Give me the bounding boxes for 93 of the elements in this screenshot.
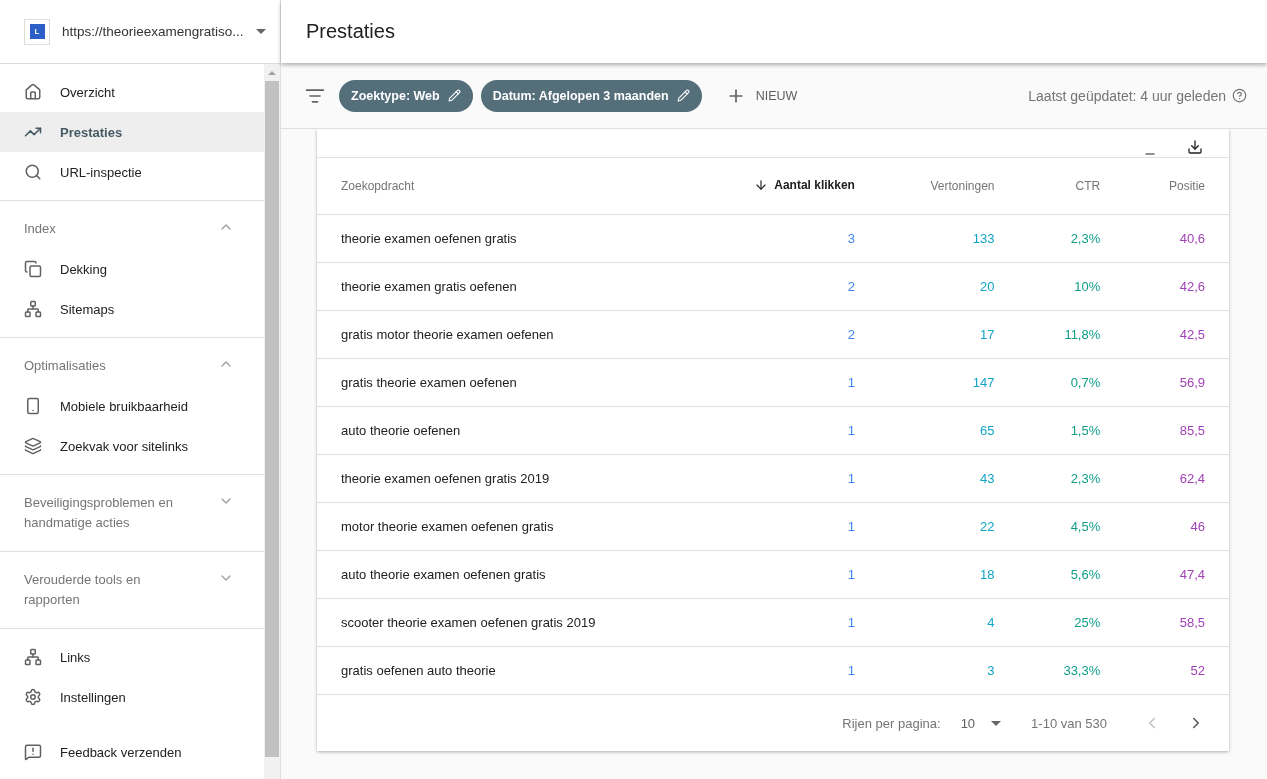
table-cell: 65: [878, 406, 1019, 455]
nav-icon: [24, 397, 42, 415]
table-cell: theorie examen oefenen gratis: [317, 214, 694, 263]
table-cell: 62,4: [1124, 454, 1229, 503]
nav-icon: [24, 648, 42, 666]
nav-item[interactable]: Overzicht: [0, 72, 264, 112]
table-cell: 147: [878, 358, 1019, 407]
table-cell: 20: [878, 262, 1019, 311]
table-cell: 11,8%: [1018, 310, 1125, 359]
nav-item[interactable]: Zoekvak voor sitelinks: [0, 426, 264, 466]
table-cell: 17: [878, 310, 1019, 359]
table-cell: 85,5: [1124, 406, 1229, 455]
page-range-text: 1-10 van 530: [1031, 715, 1107, 731]
table-cell: 1: [693, 550, 879, 599]
table-cell: motor theorie examen oefenen gratis: [317, 502, 694, 551]
site-logo: L: [24, 18, 50, 45]
rows-per-page-label: Rijen per pagina:: [842, 715, 941, 731]
nav-icon: [24, 688, 42, 706]
property-url[interactable]: https://theorieexamengratiso...: [62, 24, 244, 39]
table-cell: 18: [878, 550, 1019, 599]
table-cell: 40,6: [1124, 214, 1229, 263]
table-cell: 22: [878, 502, 1019, 551]
table-cell: 42,5: [1124, 310, 1229, 359]
nav-icon: [24, 300, 42, 318]
table-cell: 52: [1124, 646, 1229, 695]
table-cell: 1: [693, 406, 879, 455]
table-cell: auto theorie examen oefenen gratis: [317, 550, 694, 599]
nav-item[interactable]: Prestaties: [0, 112, 264, 152]
table-cell: scooter theorie examen oefenen gratis 2019: [317, 598, 694, 647]
last-updated-text: Laatst geüpdatet: 4 uur geleden: [1028, 87, 1226, 104]
column-header[interactable]: Aantal klikken: [693, 158, 879, 215]
new-filter-button[interactable]: NIEUW: [719, 84, 804, 107]
table-cell: 2: [693, 262, 879, 311]
help-icon[interactable]: [1232, 88, 1247, 103]
table-cell: gratis theorie examen oefenen: [317, 358, 694, 407]
edit-icon: [676, 89, 690, 102]
edit-icon: [447, 89, 461, 102]
nav-icon: [24, 743, 42, 761]
table-cell: 4,5%: [1018, 502, 1125, 551]
nav-item[interactable]: Instellingen: [0, 677, 264, 717]
table-cell: 10%: [1018, 262, 1125, 311]
table-cell: 47,4: [1124, 550, 1229, 599]
table-cell: 33,3%: [1018, 646, 1125, 695]
rows-per-page-select[interactable]: 10: [960, 715, 1002, 731]
section-heading[interactable]: Beveiligingsproblemen en handmatige acties: [24, 493, 194, 533]
table-cell: 2,3%: [1018, 214, 1125, 263]
nav-item[interactable]: Mobiele bruikbaarheid: [0, 386, 264, 426]
table-cell: 4: [878, 598, 1019, 647]
table-cell: 3: [693, 214, 879, 263]
filter-chip[interactable]: Datum: Afgelopen 3 maanden: [480, 79, 702, 112]
nav-item[interactable]: Links: [0, 637, 264, 677]
table-cell: gratis oefenen auto theorie: [317, 646, 694, 695]
column-header[interactable]: Vertoningen: [878, 158, 1019, 215]
table-cell: 1: [693, 454, 879, 503]
nav-icon: [24, 437, 42, 455]
table-cell: 1,5%: [1018, 406, 1125, 455]
table-cell: 5,6%: [1018, 550, 1125, 599]
table-cell: gratis motor theorie examen oefenen: [317, 310, 694, 359]
table-cell: 2,3%: [1018, 454, 1125, 503]
table-cell: theorie examen gratis oefenen: [317, 262, 694, 311]
table-cell: 2: [693, 310, 879, 359]
download-icon[interactable]: [1187, 139, 1203, 155]
table-cell: 43: [878, 454, 1019, 503]
nav-icon: [24, 163, 42, 181]
column-header[interactable]: Positie: [1124, 158, 1229, 215]
nav-icon: [24, 260, 42, 278]
table-cell: 42,6: [1124, 262, 1229, 311]
table-cell: 0,7%: [1018, 358, 1125, 407]
table-cell: 1: [693, 502, 879, 551]
table-cell: auto theorie oefenen: [317, 406, 694, 455]
table-cell: 1: [693, 598, 879, 647]
table-cell: theorie examen oefenen gratis 2019: [317, 454, 694, 503]
nav-item[interactable]: Dekking: [0, 249, 264, 289]
table-cell: 58,5: [1124, 598, 1229, 647]
nav-item[interactable]: URL-inspectie: [0, 152, 264, 192]
column-header[interactable]: CTR: [1018, 158, 1125, 215]
section-heading[interactable]: Optimalisaties: [24, 356, 106, 376]
table-cell: 46: [1124, 502, 1229, 551]
table-cell: 1: [693, 358, 879, 407]
dropdown-caret-icon[interactable]: [256, 29, 266, 34]
nav-item[interactable]: Sitemaps: [0, 289, 264, 329]
table-cell: 56,9: [1124, 358, 1229, 407]
filter-chip[interactable]: Zoektype: Web: [339, 79, 473, 112]
table-cell: 133: [878, 214, 1019, 263]
column-header[interactable]: Zoekopdracht: [317, 158, 694, 215]
nav-item[interactable]: Feedback verzenden: [0, 732, 264, 772]
table-cell: 1: [693, 646, 879, 695]
section-heading[interactable]: Index: [24, 219, 56, 239]
table-cell: 3: [878, 646, 1019, 695]
table-cell: 25%: [1018, 598, 1125, 647]
nav-icon: [24, 83, 42, 101]
page-title: Prestaties: [306, 20, 395, 43]
section-heading[interactable]: Verouderde tools en rapporten: [24, 570, 194, 610]
